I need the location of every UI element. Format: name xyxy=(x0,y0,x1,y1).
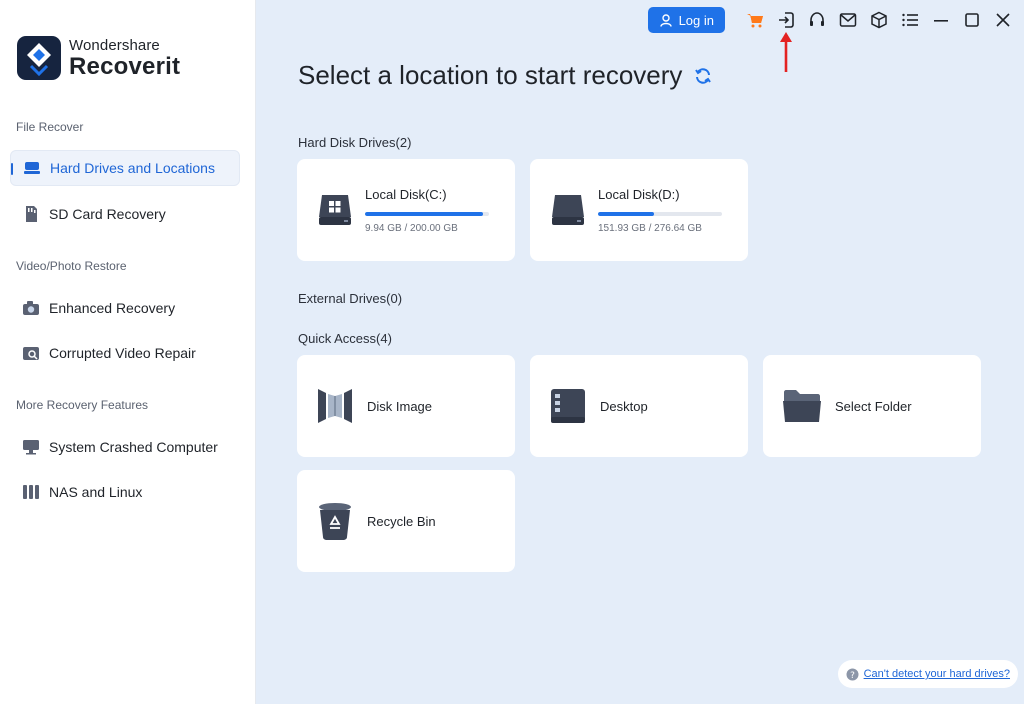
drive-size: 151.93 GB / 276.64 GB xyxy=(598,222,702,234)
login-button[interactable]: Log in xyxy=(647,7,725,33)
drive-icon xyxy=(552,195,584,225)
drive-usage-fill xyxy=(365,211,483,216)
drive-card-d[interactable]: Local Disk(D:) 151.93 GB / 276.64 GB xyxy=(530,159,748,261)
svg-text:?: ? xyxy=(850,671,855,681)
title-bar: Log in xyxy=(647,6,1016,34)
sidebar-item-system-crashed[interactable]: System Crashed Computer xyxy=(10,429,240,465)
cart-icon[interactable] xyxy=(742,7,768,33)
refresh-icon[interactable] xyxy=(694,67,712,85)
video-repair-icon xyxy=(22,344,40,362)
sidebar-item-hard-drives[interactable]: Hard Drives and Locations xyxy=(10,150,240,186)
hard-disk-drives-label: Hard Disk Drives(2) xyxy=(298,135,412,150)
sidebar-item-video-repair[interactable]: Corrupted Video Repair xyxy=(10,335,240,371)
active-indicator xyxy=(11,163,13,175)
drive-usage-bar xyxy=(365,211,489,216)
cube-icon[interactable] xyxy=(866,7,892,33)
section-label-more-features: More Recovery Features xyxy=(16,398,149,412)
quick-access-disk-image[interactable]: Disk Image xyxy=(297,355,515,457)
quick-access-label-text: Disk Image xyxy=(367,398,433,414)
brand-name-small: Wondershare xyxy=(69,36,160,54)
quick-access-desktop[interactable]: Desktop xyxy=(530,355,748,457)
headset-icon[interactable] xyxy=(804,7,830,33)
app-window: Wondershare Recoverit File Recover Hard … xyxy=(0,0,1024,704)
menu-icon[interactable] xyxy=(897,7,923,33)
sidebar-item-label: Hard Drives and Locations xyxy=(50,160,215,176)
sidebar-item-label: SD Card Recovery xyxy=(49,206,166,222)
page-title: Select a location to start recovery xyxy=(298,60,712,91)
external-drives-label: External Drives(0) xyxy=(298,291,403,306)
quick-access-label-text: Select Folder xyxy=(835,398,912,414)
close-icon[interactable] xyxy=(990,7,1016,33)
sidebar-item-label: NAS and Linux xyxy=(49,484,143,500)
hard-drive-icon xyxy=(23,159,41,177)
drive-name: Local Disk(C:) xyxy=(365,186,447,202)
windows-drive-icon xyxy=(319,195,351,225)
sd-card-icon xyxy=(22,205,40,223)
section-label-file-recover: File Recover xyxy=(16,120,84,134)
sidebar-item-sd-card[interactable]: SD Card Recovery xyxy=(10,196,240,232)
desktop-icon xyxy=(551,389,585,423)
sidebar-item-label: Corrupted Video Repair xyxy=(49,345,196,361)
login-label: Log in xyxy=(678,12,714,28)
user-icon xyxy=(659,13,672,27)
quick-access-select-folder[interactable]: Select Folder xyxy=(763,355,981,457)
sidebar-item-label: System Crashed Computer xyxy=(49,439,218,455)
recycle-bin-icon xyxy=(319,503,351,540)
help-pill: ? Can't detect your hard drives? xyxy=(837,660,1018,688)
drive-card-c[interactable]: Local Disk(C:) 9.94 GB / 200.00 GB xyxy=(297,159,515,261)
quick-access-label-text: Desktop xyxy=(600,398,648,414)
nas-icon xyxy=(22,483,40,501)
brand-name: Recoverit xyxy=(69,52,181,80)
quick-access-recycle-bin[interactable]: Recycle Bin xyxy=(297,470,515,572)
brand: Wondershare Recoverit xyxy=(17,36,180,80)
quick-access-label-text: Recycle Bin xyxy=(367,513,436,529)
drive-name: Local Disk(D:) xyxy=(598,186,680,202)
question-icon: ? xyxy=(846,668,859,681)
monitor-icon xyxy=(22,438,40,456)
sidebar-item-enhanced-recovery[interactable]: Enhanced Recovery xyxy=(10,290,240,326)
mail-icon[interactable] xyxy=(835,7,861,33)
disk-image-icon xyxy=(318,389,352,423)
drive-usage-fill xyxy=(598,211,654,216)
recoverit-logo-icon xyxy=(17,36,61,80)
folder-icon xyxy=(783,390,821,422)
sidebar: Wondershare Recoverit File Recover Hard … xyxy=(0,0,256,704)
sidebar-item-label: Enhanced Recovery xyxy=(49,300,176,316)
page-title-text: Select a location to start recovery xyxy=(298,60,683,90)
minimize-icon[interactable] xyxy=(928,7,954,33)
drive-size: 9.94 GB / 200.00 GB xyxy=(365,222,458,234)
sidebar-item-nas-linux[interactable]: NAS and Linux xyxy=(10,474,240,510)
drive-usage-bar xyxy=(598,211,722,216)
annotation-arrow-icon xyxy=(780,32,792,72)
quick-access-label: Quick Access(4) xyxy=(298,331,392,346)
maximize-icon[interactable] xyxy=(959,7,985,33)
section-label-video-photo: Video/Photo Restore xyxy=(16,259,127,273)
main-panel: Log in Select a location to start recove… xyxy=(256,0,1024,704)
help-link[interactable]: Can't detect your hard drives? xyxy=(864,668,1010,680)
camera-icon xyxy=(22,299,40,317)
